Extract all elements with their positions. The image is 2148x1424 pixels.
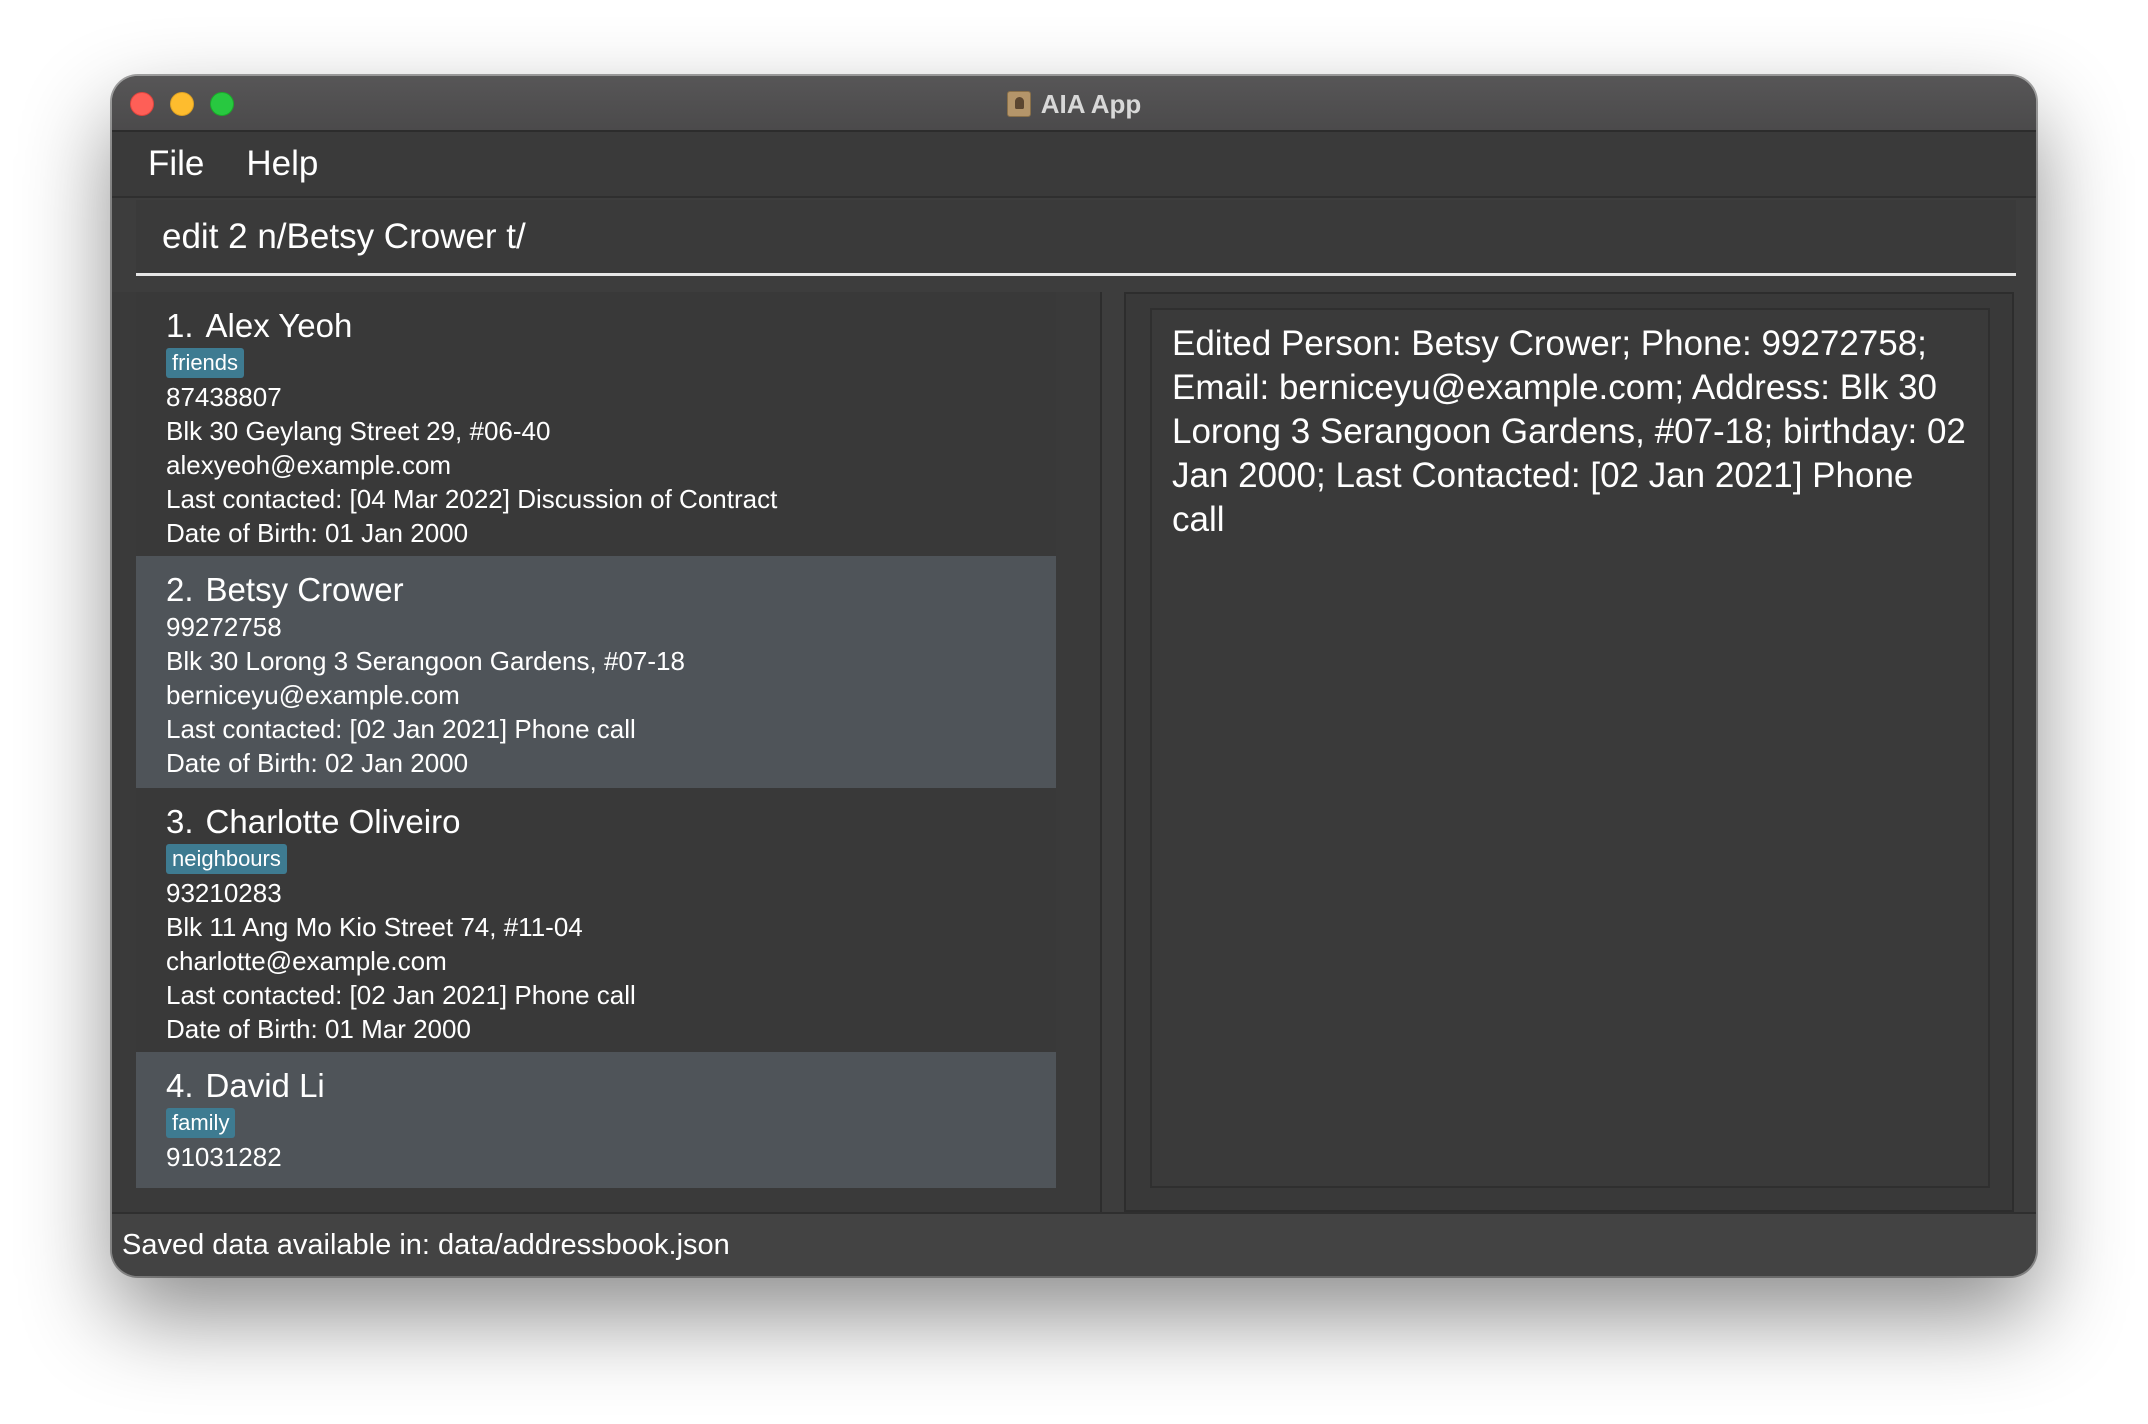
title-bar[interactable]: AIA App — [112, 76, 2036, 132]
person-last-contacted: Last contacted: [04 Mar 2022] Discussion… — [166, 484, 778, 514]
window-title: AIA App — [1040, 88, 1142, 119]
title-wrap: AIA App — [112, 76, 2036, 132]
person-phone: 93210283 — [166, 878, 282, 908]
person-card[interactable]: 3. Charlotte Oliveiro neighbours 93210283… — [136, 788, 1056, 1052]
person-name: 2. Betsy Crower — [166, 571, 404, 608]
person-address: Blk 30 Lorong 3 Serangoon Gardens, #07-1… — [166, 646, 685, 676]
tag-badge: friends — [166, 348, 245, 378]
result-panel: Edited Person: Betsy Crower; Phone: 9927… — [1124, 292, 2014, 1212]
tag-badge: family — [166, 1108, 236, 1138]
person-dob: Date of Birth: 02 Jan 2000 — [166, 748, 469, 778]
person-card[interactable]: 1. Alex Yeoh friends 87438807 Blk 30 Geyl… — [136, 292, 1056, 556]
person-name: 1. Alex Yeoh — [166, 307, 353, 344]
command-input[interactable] — [136, 200, 2016, 273]
person-name: 3. Charlotte Oliveiro — [166, 803, 461, 840]
tag-badge: neighbours — [166, 844, 287, 874]
command-box — [136, 200, 2016, 276]
menu-bar: File Help — [112, 132, 2036, 198]
person-address: Blk 11 Ang Mo Kio Street 74, #11-04 — [166, 912, 583, 942]
person-phone: 91031282 — [166, 1142, 282, 1172]
menu-file[interactable]: File — [148, 144, 204, 184]
status-text: Saved data available in: data/addressboo… — [122, 1228, 730, 1261]
menu-help[interactable]: Help — [246, 144, 318, 184]
app-icon — [1006, 91, 1031, 117]
person-email: alexyeoh@example.com — [166, 450, 452, 480]
person-list-panel: 1. Alex Yeoh friends 87438807 Blk 30 Geyl… — [112, 292, 1102, 1212]
person-last-contacted: Last contacted: [02 Jan 2021] Phone call — [166, 980, 636, 1010]
person-dob: Date of Birth: 01 Jan 2000 — [166, 518, 469, 548]
person-list[interactable]: 1. Alex Yeoh friends 87438807 Blk 30 Geyl… — [136, 292, 1056, 1188]
person-dob: Date of Birth: 01 Mar 2000 — [166, 1014, 471, 1044]
person-card[interactable]: 4. David Li family 91031282 — [136, 1052, 1056, 1188]
result-display[interactable]: Edited Person: Betsy Crower; Phone: 9927… — [1150, 308, 1990, 1188]
person-email: charlotte@example.com — [166, 946, 447, 976]
person-email: berniceyu@example.com — [166, 680, 460, 710]
person-phone: 99272758 — [166, 612, 282, 642]
person-name: 4. David Li — [166, 1067, 325, 1104]
status-bar: Saved data available in: data/addressboo… — [112, 1212, 2036, 1276]
person-last-contacted: Last contacted: [02 Jan 2021] Phone call — [166, 714, 636, 744]
person-phone: 87438807 — [166, 382, 282, 412]
app-window: AIA App File Help 1.Alex Yeoh friends 87… — [112, 76, 2036, 1276]
person-card-selected[interactable]: 2. Betsy Crower 99272758 Blk 30 Lorong 3 … — [136, 556, 1056, 788]
person-address: Blk 30 Geylang Street 29, #06-40 — [166, 416, 551, 446]
